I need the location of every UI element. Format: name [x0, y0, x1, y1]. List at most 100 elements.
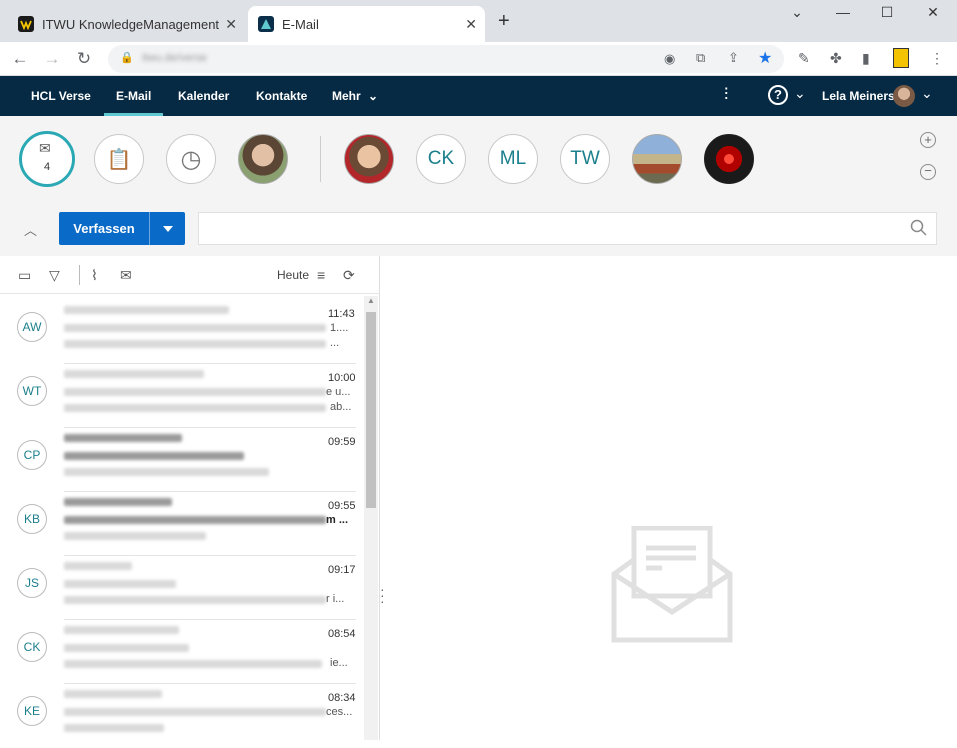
nav-more[interactable]: Mehr ⌄	[332, 76, 378, 116]
compose-options-caret-icon[interactable]	[150, 212, 185, 245]
list-item[interactable]: KE 08:34 ces...	[0, 684, 362, 748]
subject-tail: 1....	[330, 322, 349, 334]
url-bar[interactable]: 🔒 itwu.de/verse ◉ ⧉ ⇪ ★	[108, 45, 784, 73]
action-toolbar: ︿ Verfassen	[0, 202, 957, 256]
blurred-preview	[64, 468, 269, 476]
divider	[320, 136, 321, 182]
list-item[interactable]: CK 08:54 ie...	[0, 620, 362, 684]
close-window-icon[interactable]: ✕	[918, 4, 948, 21]
chevron-down-icon[interactable]: ⌄	[921, 85, 933, 102]
scrollbar-thumb[interactable]	[366, 312, 376, 508]
preview-tail: ab...	[330, 401, 352, 413]
open-envelope-icon	[611, 526, 733, 643]
chevron-down-icon: ⌄	[368, 89, 379, 103]
search-input[interactable]	[198, 212, 937, 245]
search-icon[interactable]	[910, 219, 928, 241]
todo-bizcard[interactable]: 📋	[94, 134, 144, 184]
open-external-icon[interactable]: ⧉	[696, 50, 705, 66]
waiting-bizcard[interactable]: ◷	[166, 134, 216, 184]
list-item[interactable]: WT 10:00 e u... ab...	[0, 364, 362, 428]
bookmark-star-icon[interactable]: ★	[758, 48, 772, 68]
folder-icon[interactable]: ▭	[18, 267, 31, 284]
list-item[interactable]: AW 11:43 1.... ...	[0, 300, 362, 364]
clock-icon: ◷	[180, 145, 202, 173]
blurred-preview	[64, 404, 326, 412]
sort-lines-icon[interactable]: ≡	[317, 267, 325, 283]
sort-label[interactable]: Heute	[277, 268, 309, 282]
unread-envelope-icon[interactable]: ✉	[120, 267, 132, 284]
sender-avatar: CP	[17, 440, 47, 470]
mail-time: 09:55	[328, 500, 356, 512]
nav-hcl-verse[interactable]: HCL Verse	[31, 76, 91, 116]
inbox-bizcard[interactable]: ✉ 4	[19, 131, 75, 187]
contact-tw[interactable]: TW	[560, 134, 610, 184]
sender-avatar: CK	[17, 632, 47, 662]
extension-badge-icon[interactable]	[893, 48, 909, 68]
subject-tail: e u...	[326, 386, 351, 398]
tab-search-chevron-icon[interactable]: ⌄	[782, 4, 812, 21]
zoom-out-icon[interactable]: −	[920, 164, 936, 180]
contact-photo-1[interactable]	[238, 134, 288, 184]
chevron-down-icon[interactable]: ⌄	[794, 85, 806, 102]
attachment-icon[interactable]: ⌇	[91, 267, 98, 284]
blurred-sender	[64, 306, 229, 314]
close-tab-icon[interactable]: ✕	[225, 16, 237, 33]
contact-ml[interactable]: ML	[488, 134, 538, 184]
tab-email[interactable]: E-Mail ✕	[248, 6, 485, 42]
scroll-up-arrow-icon[interactable]: ▲	[367, 296, 375, 305]
nav-more-label: Mehr	[332, 89, 361, 103]
compose-label: Verfassen	[59, 212, 150, 245]
refresh-icon[interactable]: ⟳	[343, 267, 355, 284]
close-tab-icon[interactable]: ✕	[465, 16, 477, 33]
filter-icon[interactable]: ▽	[49, 267, 60, 284]
subject-tail: ces...	[326, 706, 353, 718]
preview-tail: r i...	[326, 593, 345, 605]
eyedropper-icon[interactable]: ✎	[798, 50, 810, 67]
reload-icon[interactable]: ↻	[74, 49, 94, 69]
maximize-icon[interactable]: ☐	[872, 4, 902, 21]
pane-resize-handle[interactable]: · · ·	[380, 582, 386, 608]
scooter-photo[interactable]	[632, 134, 682, 184]
puzzle-extensions-icon[interactable]: ✤	[830, 50, 842, 67]
blurred-subject	[64, 452, 244, 460]
back-arrow-icon[interactable]: ←	[10, 49, 30, 69]
sender-avatar: AW	[17, 312, 47, 342]
blurred-sender	[64, 370, 204, 378]
new-tab-button[interactable]: +	[498, 10, 510, 33]
blurred-sender	[64, 626, 179, 634]
compose-button[interactable]: Verfassen	[59, 212, 185, 245]
contact-initials: ML	[499, 148, 527, 169]
browser-tab-bar: ITWU KnowledgeManagement ✕ E-Mail ✕ + ⌄ …	[0, 0, 957, 42]
blurred-preview	[64, 340, 326, 348]
contact-ck[interactable]: CK	[416, 134, 466, 184]
list-item[interactable]: KB 09:55 m ...	[0, 492, 362, 556]
zoom-in-icon[interactable]: +	[920, 132, 936, 148]
eye-icon[interactable]: ◉	[664, 51, 675, 67]
nav-email[interactable]: E-Mail	[104, 76, 164, 116]
user-name[interactable]: Lela Meiners	[822, 89, 895, 103]
blurred-preview	[64, 724, 164, 732]
hal-eye-photo[interactable]	[704, 134, 754, 184]
list-item[interactable]: JS 09:17 r i...	[0, 556, 362, 620]
mail-time: 11:43	[328, 308, 355, 320]
collapse-chevron-icon[interactable]: ︿	[24, 220, 37, 239]
forward-arrow-icon[interactable]: →	[42, 49, 62, 69]
contact-photo-2[interactable]	[344, 134, 394, 184]
list-toolbar: ▭ ▽ ⌇ ✉ Heute ≡ ⟳	[0, 256, 380, 294]
tab-itwu[interactable]: ITWU KnowledgeManagement ✕	[8, 6, 245, 42]
mail-time: 08:34	[328, 692, 356, 704]
clipboard-check-icon: 📋	[106, 148, 132, 171]
share-icon[interactable]: ⇪	[728, 50, 739, 66]
inbox-count: 4	[43, 161, 51, 173]
nav-calendar[interactable]: Kalender	[178, 76, 229, 116]
sender-avatar: WT	[17, 376, 47, 406]
avatar[interactable]	[893, 85, 915, 107]
list-item[interactable]: CP 09:59	[0, 428, 362, 492]
people-directory-icon[interactable]: ⫶	[724, 85, 728, 105]
side-panel-icon[interactable]: ▮	[862, 50, 870, 67]
help-icon[interactable]: ?	[768, 85, 788, 105]
kebab-menu-icon[interactable]: ⋮	[930, 50, 944, 67]
list-scrollbar[interactable]: ▲	[364, 296, 378, 740]
minimize-icon[interactable]: —	[828, 4, 858, 20]
nav-contacts[interactable]: Kontakte	[256, 76, 307, 116]
